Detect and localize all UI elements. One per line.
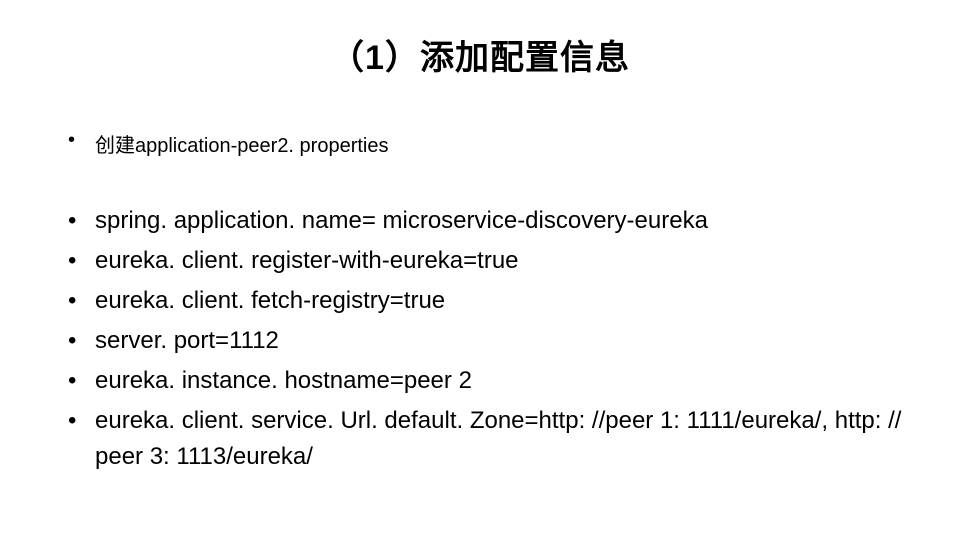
config-item: server. port=1112 xyxy=(50,323,910,359)
config-item: eureka. client. service. Url. default. Z… xyxy=(50,403,910,475)
intro-list: 创建application-peer2. properties xyxy=(50,129,910,158)
page-title: （1）添加配置信息 xyxy=(50,30,910,79)
config-item: eureka. client. fetch-registry=true xyxy=(50,283,910,319)
slide-container: （1）添加配置信息 创建application-peer2. propertie… xyxy=(0,0,960,499)
intro-item: 创建application-peer2. properties xyxy=(50,129,910,158)
config-item: eureka. client. register-with-eureka=tru… xyxy=(50,243,910,279)
config-item: eureka. instance. hostname=peer 2 xyxy=(50,363,910,399)
config-list: spring. application. name= microservice-… xyxy=(50,203,910,475)
config-item: spring. application. name= microservice-… xyxy=(50,203,910,239)
